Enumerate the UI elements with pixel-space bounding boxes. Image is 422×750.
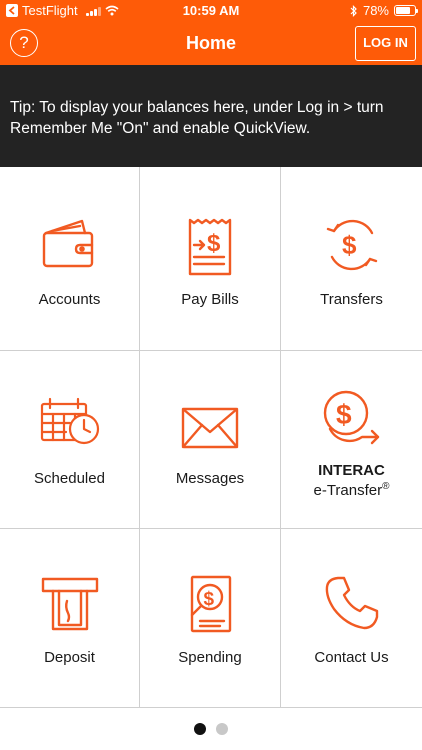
tile-deposit[interactable]: Deposit [0, 529, 140, 708]
tile-accounts[interactable]: Accounts [0, 167, 140, 351]
battery-nub [416, 9, 418, 13]
battery-icon [394, 5, 418, 16]
registered-mark: ® [382, 481, 390, 492]
etransfer-label: e-Transfer® [281, 479, 422, 499]
tile-scheduled[interactable]: Scheduled [0, 351, 140, 529]
atm-deposit-icon [41, 577, 98, 631]
tile-messages[interactable]: Messages [140, 351, 281, 529]
spending-report-icon: $ [190, 575, 232, 633]
etransfer-text: e-Transfer [313, 482, 383, 499]
login-button[interactable]: LOG IN [355, 26, 416, 61]
tile-label: Spending [178, 649, 242, 666]
svg-text:$: $ [207, 230, 221, 257]
nav-bar: ? Home LOG IN [0, 22, 422, 65]
e-transfer-icon: $ [323, 390, 379, 445]
tip-banner: Tip: To display your balances here, unde… [0, 65, 422, 167]
phone-icon [325, 576, 378, 630]
transfer-icon: $ [326, 219, 377, 271]
tile-contact-us[interactable]: Contact Us [281, 529, 422, 708]
tile-label: Contact Us [314, 649, 389, 666]
status-bar: TestFlight 10:59 AM 78% [0, 0, 422, 22]
svg-text:$: $ [204, 589, 215, 610]
tile-label: Pay Bills [181, 291, 239, 308]
page-dot-2[interactable] [216, 723, 228, 735]
page-dot-1[interactable] [194, 723, 206, 735]
tile-label: Scheduled [34, 470, 105, 487]
interac-brand: INTERAC [318, 462, 385, 479]
calendar-clock-icon [40, 397, 99, 445]
envelope-icon [181, 407, 239, 449]
status-right: 78% [350, 3, 418, 18]
bill-icon: $ [188, 218, 232, 276]
svg-text:$: $ [336, 399, 352, 430]
tile-interac-etransfer[interactable]: $ INTERAC e-Transfer® [281, 351, 422, 529]
svg-text:$: $ [342, 230, 357, 260]
tile-label: Deposit [44, 649, 95, 666]
tile-pay-bills[interactable]: $ Pay Bills [140, 167, 281, 351]
tile-label: Messages [175, 470, 245, 487]
tile-label: Transfers [320, 291, 383, 308]
battery-percent: 78% [362, 3, 389, 18]
help-button[interactable]: ? [10, 29, 38, 57]
menu-grid: Accounts $ Pay Bills $ Transfers Schedul… [0, 167, 422, 708]
bluetooth-icon [350, 4, 357, 17]
tile-transfers[interactable]: $ Transfers [281, 167, 422, 351]
wallet-icon [42, 219, 93, 268]
battery-fill [396, 7, 410, 14]
tile-label: Accounts [38, 291, 101, 308]
tile-label-interac: INTERAC e-Transfer® [281, 463, 422, 499]
page-indicator [0, 708, 422, 750]
tile-spending[interactable]: $ Spending [140, 529, 281, 708]
